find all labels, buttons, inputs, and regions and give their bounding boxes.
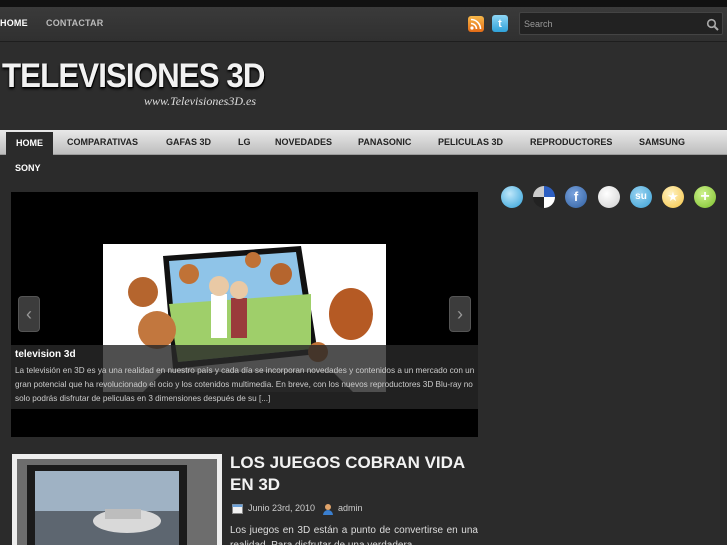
- nav-gafas-3d[interactable]: GAFAS 3D: [166, 130, 211, 155]
- slider-next-button[interactable]: ›: [449, 296, 471, 332]
- delicious-icon[interactable]: [533, 186, 555, 208]
- post-date: Junio 23rd, 2010: [248, 503, 316, 513]
- main-navigation: HOME COMPARATIVAS GAFAS 3D LG NOVEDADES …: [0, 130, 727, 155]
- myspace-icon[interactable]: [598, 186, 620, 208]
- nav-comparativas[interactable]: COMPARATIVAS: [67, 130, 138, 155]
- calendar-icon: [232, 504, 243, 514]
- top-nav-home-link[interactable]: HOME: [0, 18, 28, 28]
- favorite-icon[interactable]: ★: [662, 186, 684, 208]
- nav-samsung[interactable]: SAMSUNG: [639, 130, 685, 155]
- nav-panasonic[interactable]: PANASONIC: [358, 130, 411, 155]
- post-author[interactable]: admin: [338, 503, 363, 513]
- post-excerpt: Los juegos en 3D están a punto de conver…: [230, 525, 478, 545]
- add-icon[interactable]: +: [694, 186, 716, 208]
- nav-sony[interactable]: SONY: [15, 163, 41, 173]
- twitter-icon[interactable]: [501, 186, 523, 208]
- site-logo-url: www.Televisiones3D.es: [144, 94, 257, 108]
- post-title[interactable]: LOS JUEGOS COBRAN VIDA EN 3D: [230, 452, 480, 496]
- top-navigation-bar: HOME CONTACTAR t: [0, 7, 727, 42]
- search-icon[interactable]: [706, 18, 720, 32]
- facebook-icon[interactable]: f: [565, 186, 587, 208]
- slider-prev-button[interactable]: ‹: [18, 296, 40, 332]
- nav-peliculas-3d[interactable]: PELICULAS 3D: [438, 130, 503, 155]
- nav-lg[interactable]: LG: [238, 130, 251, 155]
- main-navigation-row-2: SONY: [0, 155, 727, 182]
- top-strip: [0, 0, 727, 7]
- twitter-follow-icon[interactable]: t: [492, 15, 508, 32]
- slide-caption-text: La televisión en 3D es ya una realidad e…: [15, 366, 475, 403]
- post-thumbnail[interactable]: [12, 454, 222, 545]
- user-icon: [323, 504, 333, 515]
- nav-home[interactable]: HOME: [6, 132, 53, 155]
- nav-novedades[interactable]: NOVEDADES: [275, 130, 332, 155]
- slide-caption-title[interactable]: television 3d: [15, 349, 76, 360]
- stumbleupon-icon[interactable]: su: [630, 186, 652, 208]
- site-logo-title[interactable]: TELEVISIONES 3D: [2, 57, 265, 96]
- featured-slider: ‹ › television 3d La televisión en 3D es…: [11, 192, 478, 437]
- search-box: [519, 12, 723, 35]
- site-header: TELEVISIONES 3D www.Televisiones3D.es: [0, 42, 727, 130]
- slide-caption: television 3d La televisión en 3D es ya …: [11, 345, 478, 409]
- top-nav-contactar-link[interactable]: CONTACTAR: [46, 18, 103, 28]
- nav-reproductores[interactable]: REPRODUCTORES: [530, 130, 612, 155]
- rss-icon[interactable]: [468, 16, 484, 32]
- search-input[interactable]: [524, 16, 694, 31]
